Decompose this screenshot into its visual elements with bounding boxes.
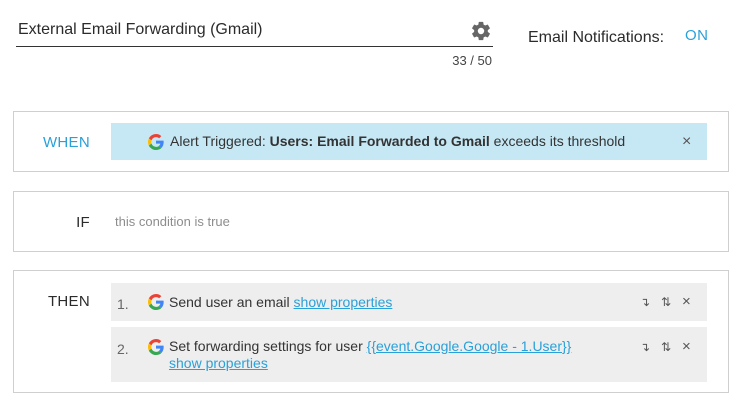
user-variable-link[interactable]: {{event.Google.Google - 1.User}} — [367, 338, 572, 354]
google-icon — [148, 134, 164, 150]
trigger-prefix: Alert Triggered: — [170, 133, 270, 149]
reorder-icon[interactable]: ⇅ — [661, 341, 671, 353]
action-item: 2. Set forwarding settings for user {{ev… — [111, 327, 707, 382]
remove-action-close-icon[interactable]: × — [682, 339, 691, 354]
google-icon — [148, 294, 164, 310]
move-down-icon[interactable]: ↴ — [640, 296, 650, 308]
show-properties-link[interactable]: show properties — [169, 355, 268, 371]
reorder-icon[interactable]: ⇅ — [661, 296, 671, 308]
show-properties-link[interactable]: show properties — [294, 294, 393, 310]
rule-title-input[interactable] — [18, 21, 458, 39]
character-counter: 33 / 50 — [452, 53, 492, 68]
remove-action-close-icon[interactable]: × — [682, 294, 691, 309]
rule-title-field[interactable] — [16, 18, 493, 47]
remove-trigger-close-icon[interactable]: × — [682, 134, 691, 150]
move-down-icon[interactable]: ↴ — [640, 341, 650, 353]
then-label: THEN — [47, 293, 90, 310]
action-description: Send user an email show properties — [169, 294, 392, 310]
action-text: Set forwarding settings for user — [169, 338, 367, 354]
if-label: IF — [76, 214, 90, 231]
email-notifications-label: Email Notifications: — [528, 29, 665, 46]
when-label: WHEN — [42, 134, 90, 151]
trigger-card[interactable]: Alert Triggered: Users: Email Forwarded … — [111, 123, 707, 160]
email-notifications-toggle[interactable]: ON — [685, 27, 709, 44]
action-item: 1. Send user an email show properties ↴ … — [111, 283, 707, 321]
when-section: WHEN Alert Triggered: Users: Email Forwa… — [13, 111, 729, 172]
gear-icon[interactable] — [470, 20, 492, 42]
if-section: IF this condition is true — [13, 191, 729, 252]
action-number: 2. — [117, 341, 129, 357]
condition-placeholder[interactable]: this condition is true — [115, 214, 230, 229]
then-section: THEN 1. Send user an email show properti… — [13, 270, 729, 393]
google-icon — [148, 339, 164, 355]
action-description: Set forwarding settings for user {{event… — [169, 338, 571, 372]
action-text: Send user an email — [169, 294, 294, 310]
trigger-metric: Users: Email Forwarded to Gmail — [269, 133, 490, 149]
trigger-description: Alert Triggered: Users: Email Forwarded … — [170, 133, 625, 149]
action-number: 1. — [117, 296, 129, 312]
trigger-suffix: exceeds its threshold — [489, 133, 626, 149]
